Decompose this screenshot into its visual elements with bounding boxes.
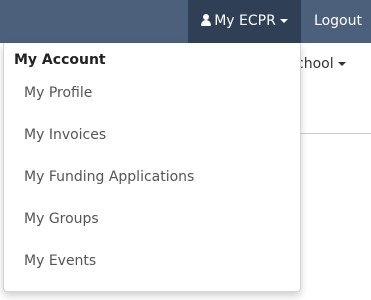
background-menu-label: chool <box>296 56 334 72</box>
background-menu-item[interactable]: chool <box>296 56 346 72</box>
my-ecpr-label: My ECPR <box>214 13 276 29</box>
caret-down-icon <box>337 62 346 66</box>
menu-item-my-invoices[interactable]: My Invoices <box>24 127 106 143</box>
menu-item-my-profile[interactable]: My Profile <box>24 85 92 101</box>
menu-item-my-groups[interactable]: My Groups <box>24 211 99 227</box>
user-icon <box>201 14 212 26</box>
menu-item-my-events[interactable]: My Events <box>24 253 96 269</box>
menu-item-my-funding-applications[interactable]: My Funding Applications <box>24 169 194 185</box>
page-divider <box>300 133 371 134</box>
dropdown-header: My Account <box>14 52 106 68</box>
my-ecpr-menu-toggle[interactable]: My ECPR <box>188 0 301 43</box>
caret-down-icon <box>279 19 288 23</box>
top-navbar: My ECPR Logout <box>0 0 371 43</box>
logout-link[interactable]: Logout <box>305 0 371 43</box>
my-account-dropdown: My Account My Profile My Invoices My Fun… <box>3 43 301 292</box>
